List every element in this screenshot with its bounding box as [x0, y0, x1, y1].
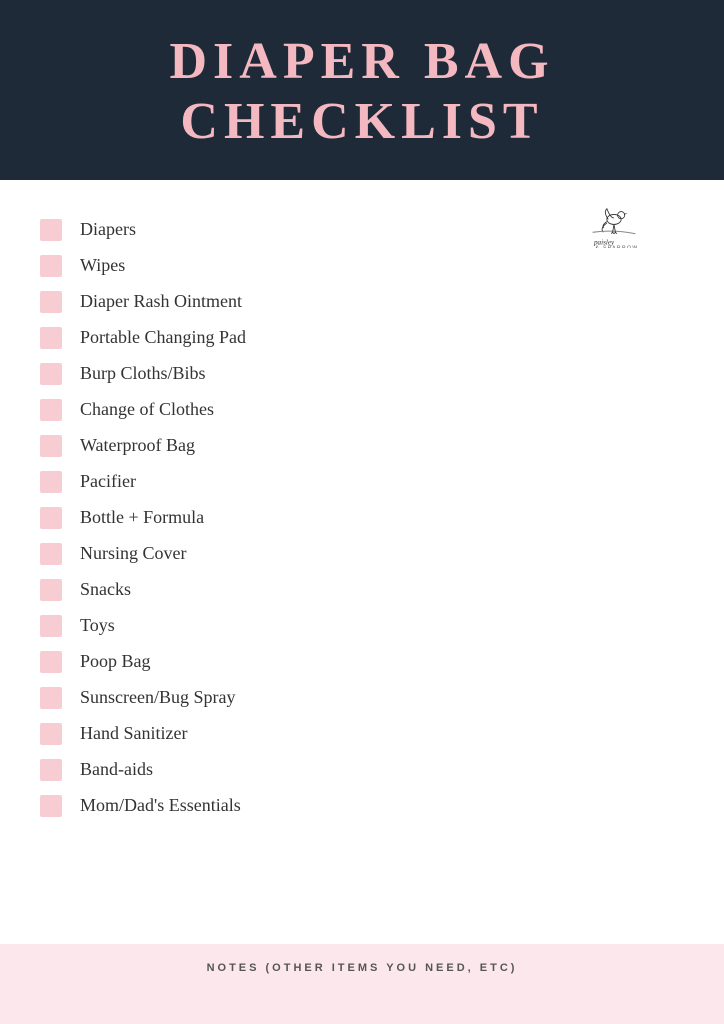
item-label: Diaper Rash Ointment: [80, 291, 242, 312]
checkbox[interactable]: [40, 435, 62, 457]
list-item[interactable]: Sunscreen/Bug Spray: [40, 680, 684, 716]
checkbox[interactable]: [40, 543, 62, 565]
item-label: Hand Sanitizer: [80, 723, 187, 744]
list-item[interactable]: Change of Clothes: [40, 392, 684, 428]
checkbox[interactable]: [40, 219, 62, 241]
item-label: Change of Clothes: [80, 399, 214, 420]
list-item[interactable]: Waterproof Bag: [40, 428, 684, 464]
checkbox[interactable]: [40, 255, 62, 277]
item-label: Burp Cloths/Bibs: [80, 363, 206, 384]
list-item[interactable]: Poop Bag: [40, 644, 684, 680]
item-label: Snacks: [80, 579, 131, 600]
list-item[interactable]: Diaper Rash Ointment: [40, 284, 684, 320]
item-label: Toys: [80, 615, 115, 636]
list-item[interactable]: Hand Sanitizer: [40, 716, 684, 752]
notes-label: NOTES (OTHER ITEMS YOU NEED, ETC): [20, 962, 704, 974]
list-item[interactable]: Mom/Dad's Essentials: [40, 788, 684, 824]
list-item[interactable]: Toys: [40, 608, 684, 644]
item-label: Sunscreen/Bug Spray: [80, 687, 235, 708]
checkbox[interactable]: [40, 507, 62, 529]
item-label: Diapers: [80, 219, 136, 240]
list-item[interactable]: Band-aids: [40, 752, 684, 788]
checklist: Diapers Wipes Diaper Rash Ointment Portable…: [40, 212, 684, 824]
checkbox[interactable]: [40, 723, 62, 745]
item-label: Poop Bag: [80, 651, 151, 672]
list-item[interactable]: Bottle + Formula: [40, 500, 684, 536]
checkbox[interactable]: [40, 615, 62, 637]
item-label: Bottle + Formula: [80, 507, 204, 528]
svg-text:& SPARROW: & SPARROW: [595, 245, 638, 248]
list-item[interactable]: Snacks: [40, 572, 684, 608]
item-label: Wipes: [80, 255, 125, 276]
checkbox[interactable]: [40, 759, 62, 781]
list-item[interactable]: Portable Changing Pad: [40, 320, 684, 356]
list-item[interactable]: Pacifier: [40, 464, 684, 500]
checkbox[interactable]: [40, 687, 62, 709]
checkbox[interactable]: [40, 651, 62, 673]
page-title: DIAPER BAG CHECKLIST: [20, 32, 704, 152]
checkbox[interactable]: [40, 291, 62, 313]
logo-area: paisley & SPARROW: [584, 198, 644, 253]
page-header: DIAPER BAG CHECKLIST: [0, 0, 724, 180]
main-content: paisley & SPARROW Diapers Wipes Diaper Ras…: [0, 180, 724, 928]
list-item[interactable]: Nursing Cover: [40, 536, 684, 572]
item-label: Portable Changing Pad: [80, 327, 246, 348]
list-item[interactable]: Wipes: [40, 248, 684, 284]
notes-section: NOTES (OTHER ITEMS YOU NEED, ETC): [0, 944, 724, 1024]
checkbox[interactable]: [40, 471, 62, 493]
checkbox[interactable]: [40, 399, 62, 421]
brand-logo: paisley & SPARROW: [584, 198, 644, 248]
checkbox[interactable]: [40, 363, 62, 385]
item-label: Waterproof Bag: [80, 435, 195, 456]
item-label: Band-aids: [80, 759, 153, 780]
checkbox[interactable]: [40, 795, 62, 817]
item-label: Mom/Dad's Essentials: [80, 795, 241, 816]
checkbox[interactable]: [40, 579, 62, 601]
checkbox[interactable]: [40, 327, 62, 349]
item-label: Nursing Cover: [80, 543, 187, 564]
item-label: Pacifier: [80, 471, 136, 492]
list-item[interactable]: Burp Cloths/Bibs: [40, 356, 684, 392]
